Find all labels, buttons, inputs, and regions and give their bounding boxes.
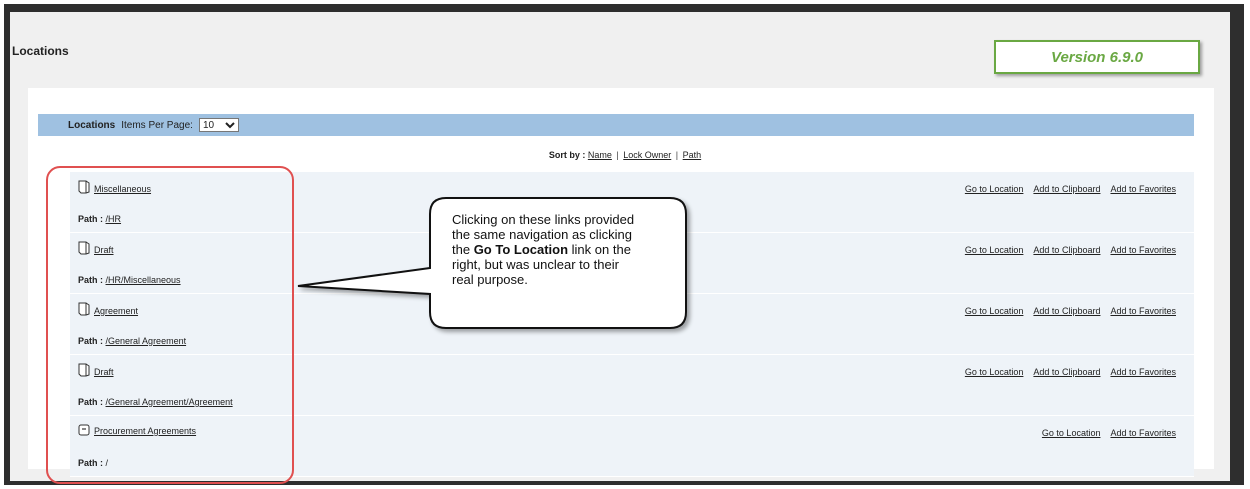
add-to-favorites-link[interactable]: Add to Favorites [1110,306,1176,316]
callout-line-pre: the [452,242,474,257]
callout-line: the Go To Location link on the [452,242,682,257]
sort-separator: | [616,150,619,160]
sort-bar: Sort by : Name | Lock Owner | Path [0,150,1250,160]
sort-label: Sort by : [548,150,586,160]
items-per-page-select[interactable]: 10 [198,118,239,132]
go-to-location-link[interactable]: Go to Location [965,245,1024,255]
add-to-clipboard-link[interactable]: Add to Clipboard [1033,184,1100,194]
go-to-location-link[interactable]: Go to Location [1042,428,1101,438]
go-to-location-link[interactable]: Go to Location [965,367,1024,377]
callout-emphasis: Go To Location [473,242,569,257]
callout-line: Clicking on these links provided [452,212,635,227]
row-actions: Go to Location Add to Clipboard Add to F… [965,245,1176,255]
callout-text: Clicking on these links provided the sam… [452,212,682,287]
add-to-favorites-link[interactable]: Add to Favorites [1110,245,1176,255]
callout-line-post: link on the [568,242,631,257]
sort-separator: | [675,150,679,160]
items-per-page-label: Items Per Page: [121,119,193,131]
highlight-annotation [46,166,294,484]
add-to-favorites-link[interactable]: Add to Favorites [1110,184,1176,194]
locations-toolbar: Locations Items Per Page: 10 [38,114,1194,136]
go-to-location-link[interactable]: Go to Location [965,184,1024,194]
items-per-page-value: 10 [202,119,215,131]
chevron-down-icon [225,121,235,128]
callout-line: real purpose. [452,272,528,287]
toolbar-title: Locations [68,119,116,131]
add-to-favorites-link[interactable]: Add to Favorites [1110,428,1176,438]
add-to-clipboard-link[interactable]: Add to Clipboard [1033,245,1100,255]
callout-line: right, but was unclear to their [452,257,619,272]
sort-by-name-link[interactable]: Name [588,150,612,160]
row-actions: Go to Location Add to Favorites [1042,428,1176,438]
sort-by-lock-owner-link[interactable]: Lock Owner [623,150,671,160]
row-actions: Go to Location Add to Clipboard Add to F… [965,367,1176,377]
page-title: Locations [12,44,69,58]
row-actions: Go to Location Add to Clipboard Add to F… [965,184,1176,194]
sort-by-path-link[interactable]: Path [683,150,702,160]
add-to-clipboard-link[interactable]: Add to Clipboard [1033,367,1100,377]
add-to-clipboard-link[interactable]: Add to Clipboard [1033,306,1100,316]
row-actions: Go to Location Add to Clipboard Add to F… [965,306,1176,316]
add-to-favorites-link[interactable]: Add to Favorites [1110,367,1176,377]
callout-line: the same navigation as clicking [452,227,632,242]
version-badge: Version 6.9.0 [994,40,1200,74]
go-to-location-link[interactable]: Go to Location [965,306,1024,316]
